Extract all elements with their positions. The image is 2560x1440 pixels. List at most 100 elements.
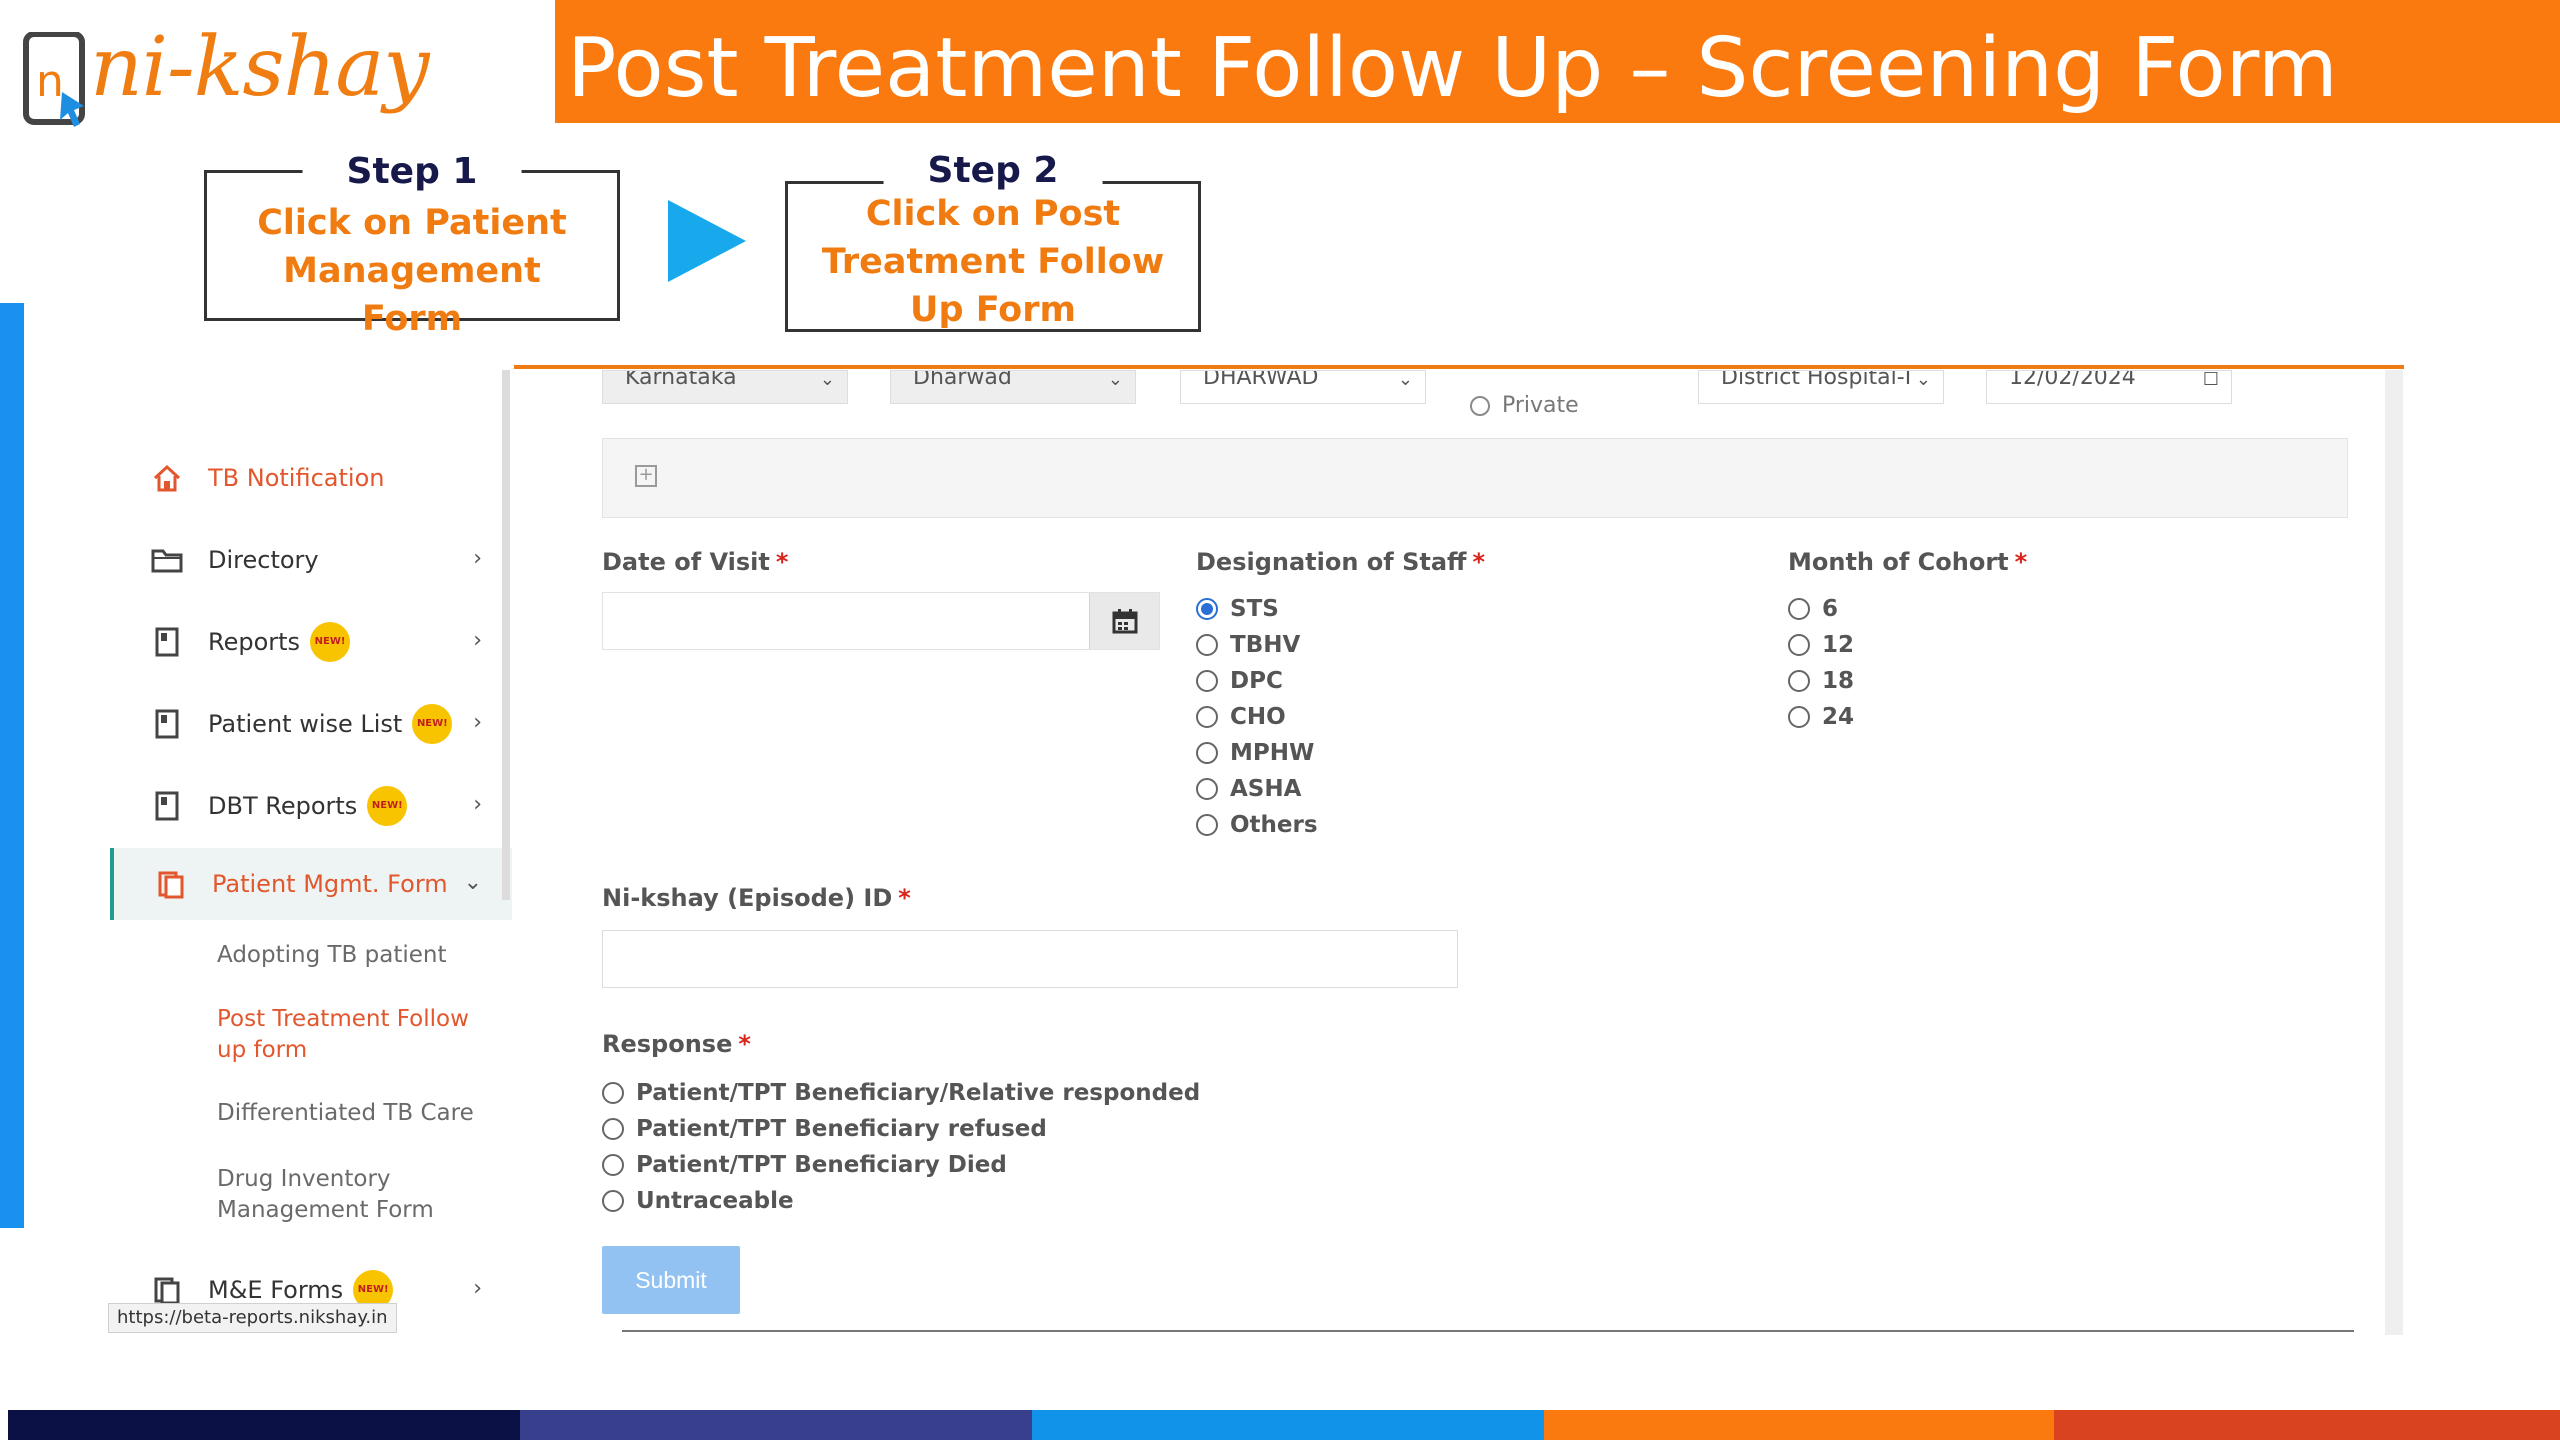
sidebar-item-label: M&E Forms [208, 1276, 344, 1304]
response-option-untraceable[interactable]: Untraceable [602, 1186, 794, 1216]
sidebar-subitem-differentiated-tb-care[interactable]: Differentiated TB Care [217, 1098, 487, 1129]
cohort-option-label: 18 [1822, 668, 1855, 694]
sidebar-item-tb-notification[interactable]: TB Notification [148, 446, 512, 510]
left-accent-bar [0, 303, 24, 1228]
radio-circle [1196, 670, 1218, 692]
sidebar-item-patient-wise-list[interactable]: Patient wise List NEW! › [148, 692, 512, 756]
plus-square-icon[interactable]: + [635, 465, 657, 487]
radio-circle [1196, 634, 1218, 656]
designation-option-mphw[interactable]: MPHW [1196, 738, 1314, 768]
cohort-option-18[interactable]: 18 [1788, 666, 1854, 696]
designation-option-label: MPHW [1230, 740, 1315, 766]
designation-option-tbhv[interactable]: TBHV [1196, 630, 1300, 660]
date-of-visit-label: Date of Visit * [602, 548, 788, 576]
response-option-responded[interactable]: Patient/TPT Beneficiary/Relative respond… [602, 1078, 1200, 1108]
required-mark: * [1472, 548, 1486, 576]
filter-expander[interactable]: + [602, 438, 2348, 518]
sidebar-subitem-adopting-tb-patient[interactable]: Adopting TB patient [217, 940, 487, 971]
divider [622, 1330, 2354, 1332]
chevron-right-icon: › [473, 1276, 482, 1301]
main-scrollbar[interactable] [2385, 370, 2403, 1335]
header-underline [514, 365, 2404, 369]
new-badge: NEW! [310, 622, 351, 662]
phone-icon: n [23, 32, 85, 127]
radio-circle [1196, 814, 1218, 836]
nikshay-id-label-text: Ni-kshay (Episode) ID [602, 884, 893, 912]
radio-circle [1788, 670, 1810, 692]
designation-option-label: ASHA [1230, 776, 1302, 802]
sidebar-item-label: Patient wise List [208, 710, 403, 738]
folder-icon [148, 541, 186, 579]
step-2-box: Step 2 Click on Post Treatment Follow Up… [785, 150, 1201, 332]
sidebar-item-reports[interactable]: Reports NEW! › [148, 610, 512, 674]
footer-segment [520, 1410, 1032, 1440]
tu-value: DHARWAD [1203, 370, 1319, 390]
chevron-down-icon: ⌄ [1397, 370, 1413, 390]
step-2-text: Click on Post Treatment Follow Up Form [821, 194, 1165, 330]
facility-value: District Hospital-I [1721, 370, 1912, 390]
chevron-down-icon: ⌄ [819, 370, 835, 390]
footer-segment [2054, 1410, 2560, 1440]
date-of-visit-input[interactable] [602, 592, 1160, 650]
cohort-option-12[interactable]: 12 [1788, 630, 1854, 660]
chevron-right-icon: › [473, 546, 482, 571]
designation-option-others[interactable]: Others [1196, 810, 1318, 840]
radio-checked [1196, 598, 1218, 620]
designation-option-label: Others [1230, 812, 1318, 838]
sidebar-item-label: Directory [208, 546, 319, 574]
response-option-refused[interactable]: Patient/TPT Beneficiary refused [602, 1114, 1047, 1144]
sidebar-item-directory[interactable]: Directory › [148, 528, 512, 592]
chevron-right-icon: › [473, 792, 482, 817]
footer-segment [1032, 1410, 1544, 1440]
state-select[interactable]: Karnataka ⌄ [602, 370, 848, 404]
sidebar-scrollbar[interactable] [502, 370, 510, 900]
slide-title: Post Treatment Follow Up – Screening For… [555, 0, 2560, 123]
cohort-option-24[interactable]: 24 [1788, 702, 1854, 732]
radio-circle [1196, 778, 1218, 800]
radio-circle [1470, 395, 1490, 416]
designation-option-asha[interactable]: ASHA [1196, 774, 1301, 804]
response-option-label: Untraceable [636, 1188, 794, 1214]
submit-button[interactable]: Submit [602, 1246, 740, 1314]
nikshay-id-input[interactable] [602, 930, 1458, 988]
designation-label: Designation of Staff * [1196, 548, 1485, 576]
radio-circle [1788, 598, 1810, 620]
sidebar-item-patient-mgmt-form[interactable]: Patient Mgmt. Form ⌄ [110, 848, 512, 920]
sector-private-radio[interactable]: Private [1470, 393, 1579, 418]
cohort-option-label: 6 [1822, 596, 1839, 622]
sidebar-item-dbt-reports[interactable]: DBT Reports NEW! › [148, 774, 512, 838]
designation-option-label: DPC [1230, 668, 1283, 694]
response-label: Response * [602, 1030, 751, 1058]
sidebar-subitem-drug-inventory[interactable]: Drug Inventory Management Form [217, 1164, 487, 1226]
facility-select[interactable]: District Hospital-I ⌄ [1698, 370, 1944, 404]
date-filter[interactable]: 12/02/2024 ☐ [1986, 370, 2232, 404]
district-value: Dharwad [913, 370, 1012, 390]
district-select[interactable]: Dharwad ⌄ [890, 370, 1136, 404]
sidebar-item-label: Patient Mgmt. Form [212, 870, 448, 898]
chevron-down-icon: ⌄ [1107, 370, 1123, 390]
designation-option-label: CHO [1230, 704, 1286, 730]
sector-private-label: Private [1502, 393, 1579, 418]
response-option-died[interactable]: Patient/TPT Beneficiary Died [602, 1150, 1007, 1180]
status-bar-url: https://beta-reports.nikshay.in [108, 1303, 397, 1333]
required-mark: * [738, 1030, 751, 1058]
logo-text: ni-kshay [90, 20, 430, 115]
cohort-option-label: 24 [1822, 704, 1855, 730]
tu-select[interactable]: DHARWAD ⌄ [1180, 370, 1426, 404]
calendar-button[interactable] [1089, 593, 1159, 649]
svg-text:n: n [36, 56, 64, 107]
sidebar-subitem-post-treatment-follow-up[interactable]: Post Treatment Follow up form [217, 1004, 487, 1066]
new-badge: NEW! [367, 786, 408, 826]
radio-circle [602, 1154, 624, 1176]
radio-circle [602, 1190, 624, 1212]
chevron-right-icon: › [473, 710, 482, 735]
designation-option-sts[interactable]: STS [1196, 594, 1279, 624]
designation-option-dpc[interactable]: DPC [1196, 666, 1283, 696]
radio-circle [1196, 706, 1218, 728]
radio-circle [1788, 634, 1810, 656]
designation-option-cho[interactable]: CHO [1196, 702, 1286, 732]
cohort-option-label: 12 [1822, 632, 1855, 658]
cohort-option-6[interactable]: 6 [1788, 594, 1838, 624]
report-icon [148, 623, 186, 661]
required-mark: * [2014, 548, 2028, 576]
